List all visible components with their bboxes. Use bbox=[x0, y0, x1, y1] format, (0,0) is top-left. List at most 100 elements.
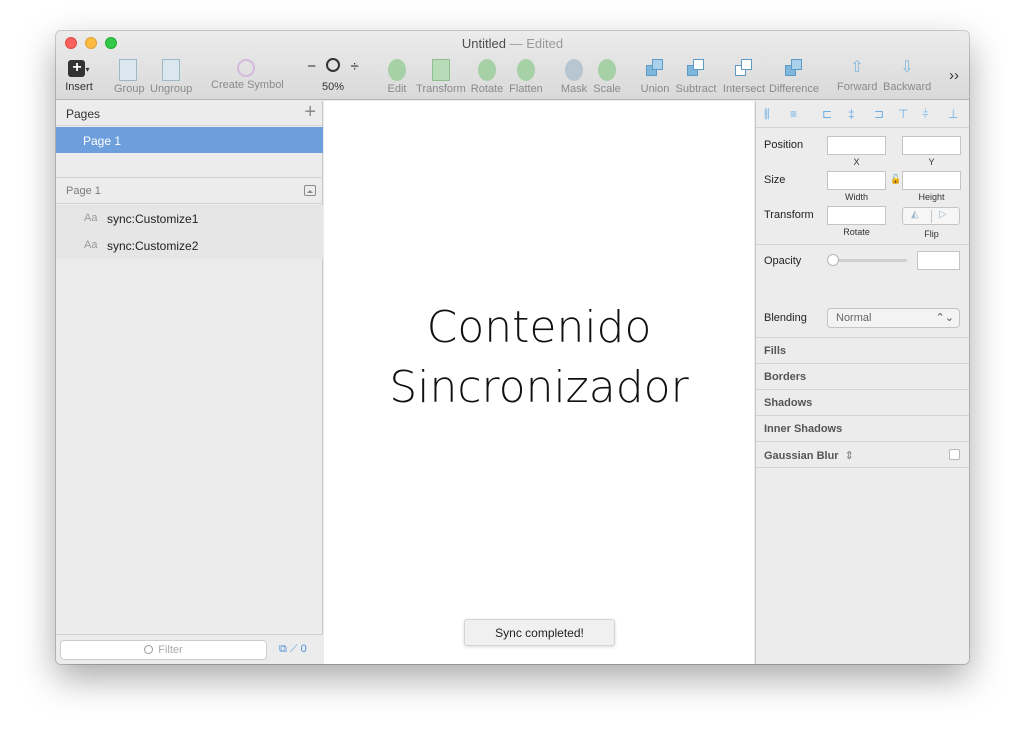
add-page-button[interactable]: + bbox=[304, 102, 316, 122]
edit-button[interactable]: Edit bbox=[384, 57, 410, 97]
zoom-level: 50% bbox=[321, 81, 345, 93]
send-backward-icon: ⇩ bbox=[900, 59, 914, 76]
intersect-button[interactable]: Intersect bbox=[722, 57, 766, 97]
zoom-in-button[interactable]: ÷ bbox=[350, 58, 358, 75]
sync-toast: Sync completed! bbox=[464, 619, 615, 646]
symbol-icon bbox=[237, 59, 255, 77]
ungroup-button[interactable]: Ungroup bbox=[150, 57, 192, 97]
slice-count: 0 bbox=[300, 643, 307, 655]
opacity-slider-track[interactable] bbox=[827, 259, 907, 262]
layer-row[interactable]: Aa sync:Customize2 bbox=[56, 232, 323, 259]
inspector-panel: ⫼ ≡ ⊏ ‡ ⊐ ⊤ ⫩ ⊥ Position X Y Size 🔓 Widt… bbox=[755, 101, 969, 664]
rotate-button[interactable]: Rotate bbox=[469, 57, 505, 97]
canvas-text-layer[interactable]: Contenido Sincronizador bbox=[311, 298, 767, 418]
align-center-icon[interactable]: ‡ bbox=[848, 108, 860, 120]
ungroup-icon bbox=[162, 59, 180, 81]
rotate-label: Rotate bbox=[843, 227, 870, 237]
align-top-icon[interactable]: ⊤ bbox=[898, 108, 910, 120]
opacity-slider-knob[interactable] bbox=[827, 254, 839, 266]
opacity-field[interactable] bbox=[917, 251, 960, 270]
layer-row[interactable]: Aa sync:Customize1 bbox=[56, 205, 323, 232]
flip-horizontal-icon[interactable]: ◭ bbox=[911, 209, 919, 220]
gaussian-blur-label: Gaussian Blur bbox=[764, 450, 839, 462]
backward-button[interactable]: ⇩ Backward bbox=[883, 57, 931, 97]
symbols-icon[interactable]: ⧉ bbox=[279, 643, 287, 655]
pages-header: Pages + bbox=[56, 101, 323, 126]
layer-name: sync:Customize1 bbox=[107, 212, 199, 226]
divider bbox=[756, 244, 969, 245]
canvas-line-1: Contenido bbox=[426, 302, 652, 353]
x-label: X bbox=[853, 157, 860, 167]
blending-select[interactable]: Normal ⌃⌄ bbox=[827, 308, 960, 328]
search-icon bbox=[144, 645, 154, 654]
flip-control: ◭ ▷ bbox=[902, 207, 960, 225]
group-button[interactable]: Group bbox=[114, 57, 145, 97]
width-field[interactable] bbox=[827, 171, 886, 190]
scale-button[interactable]: Scale bbox=[592, 57, 622, 97]
height-label: Height bbox=[918, 192, 945, 202]
create-symbol-button[interactable]: Create Symbol bbox=[211, 57, 284, 97]
filter-placeholder: Filter bbox=[158, 644, 183, 656]
position-label: Position bbox=[764, 139, 804, 151]
page-item-page-1[interactable]: Page 1 bbox=[56, 127, 323, 153]
distribute-vertical-icon[interactable]: ≡ bbox=[790, 108, 802, 120]
align-right-icon[interactable]: ⊐ bbox=[874, 108, 886, 120]
transform-button[interactable]: Transform bbox=[416, 57, 466, 97]
difference-button[interactable]: Difference bbox=[769, 57, 819, 97]
fills-section[interactable]: Fills bbox=[764, 345, 786, 357]
gaussian-blur-checkbox[interactable] bbox=[949, 449, 960, 460]
canvas-line-2: Sincronizador bbox=[389, 362, 689, 413]
gaussian-blur-section[interactable]: Gaussian Blur ⇕ bbox=[764, 449, 854, 462]
lock-icon[interactable]: 🔓 bbox=[890, 174, 901, 185]
flip-label: Flip bbox=[924, 229, 939, 239]
borders-section[interactable]: Borders bbox=[764, 371, 806, 383]
y-label: Y bbox=[928, 157, 935, 167]
mask-button[interactable]: Mask bbox=[559, 57, 589, 97]
distribute-horizontal-icon[interactable]: ⫼ bbox=[764, 108, 776, 120]
rotate-field[interactable] bbox=[827, 206, 886, 225]
subtract-icon bbox=[687, 59, 705, 81]
text-layer-icon: Aa bbox=[84, 212, 98, 224]
slice-icon[interactable]: ⟋ bbox=[290, 643, 298, 655]
mask-icon bbox=[565, 59, 583, 81]
canvas[interactable]: Contenido Sincronizador Sync completed! bbox=[324, 101, 754, 664]
flatten-icon bbox=[517, 59, 535, 81]
filter-input[interactable]: Filter bbox=[60, 640, 267, 660]
layers-sidebar: Pages + Page 1 Page 1 Aa sync:Customize1… bbox=[56, 101, 323, 664]
flatten-button[interactable]: Flatten bbox=[508, 57, 544, 97]
align-left-icon[interactable]: ⊏ bbox=[822, 108, 834, 120]
chevron-updown-icon: ⇕ bbox=[844, 450, 854, 462]
insert-button[interactable]: + ▾ Insert bbox=[64, 57, 94, 97]
union-icon bbox=[646, 59, 664, 81]
forward-button[interactable]: ⇧ Forward bbox=[837, 57, 877, 97]
align-middle-icon[interactable]: ⫩ bbox=[922, 108, 934, 120]
shadows-section[interactable]: Shadows bbox=[764, 397, 812, 409]
divider bbox=[756, 415, 969, 416]
transform-icon bbox=[432, 59, 450, 81]
zoom-control: − ÷ 50% bbox=[304, 57, 362, 97]
position-x-field[interactable] bbox=[827, 136, 886, 155]
scale-icon bbox=[598, 59, 616, 81]
size-label: Size bbox=[764, 174, 786, 186]
union-button[interactable]: Union bbox=[640, 57, 670, 97]
inner-shadows-section[interactable]: Inner Shadows bbox=[764, 423, 842, 435]
flip-vertical-icon[interactable]: ▷ bbox=[939, 209, 947, 220]
title-bar: Untitled — Edited + ▾ Insert Group Ungrou… bbox=[56, 31, 969, 100]
zoom-out-button[interactable]: − bbox=[307, 58, 316, 75]
height-field[interactable] bbox=[902, 171, 961, 190]
rotate-icon bbox=[478, 59, 496, 81]
text-layer-icon: Aa bbox=[84, 239, 98, 251]
sidebar-footer: Filter ⧉ ⟋ 0 bbox=[56, 634, 323, 664]
blending-value: Normal bbox=[836, 312, 872, 324]
difference-icon bbox=[785, 59, 803, 81]
divider bbox=[756, 337, 969, 338]
zoom-search-icon[interactable] bbox=[326, 58, 341, 72]
position-y-field[interactable] bbox=[902, 136, 961, 155]
subtract-button[interactable]: Subtract bbox=[675, 57, 717, 97]
document-status: Edited bbox=[526, 36, 564, 51]
chevron-right-icon: ›› bbox=[949, 67, 959, 84]
document-name: Untitled bbox=[461, 36, 506, 51]
pages-title: Pages bbox=[66, 107, 101, 121]
collapse-icon[interactable] bbox=[304, 185, 316, 196]
align-bottom-icon[interactable]: ⊥ bbox=[948, 108, 960, 120]
